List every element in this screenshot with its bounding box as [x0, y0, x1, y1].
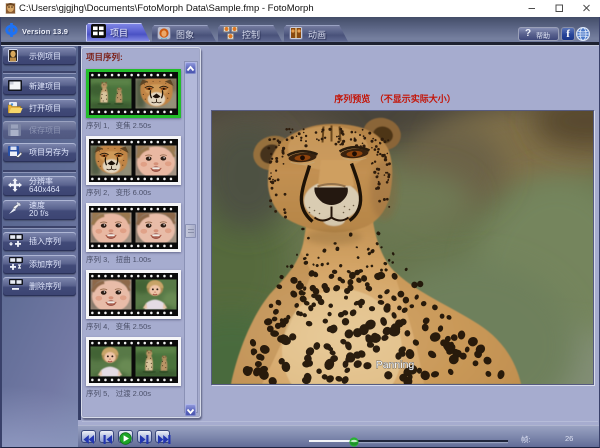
- svg-text:Panning: Panning: [376, 359, 415, 371]
